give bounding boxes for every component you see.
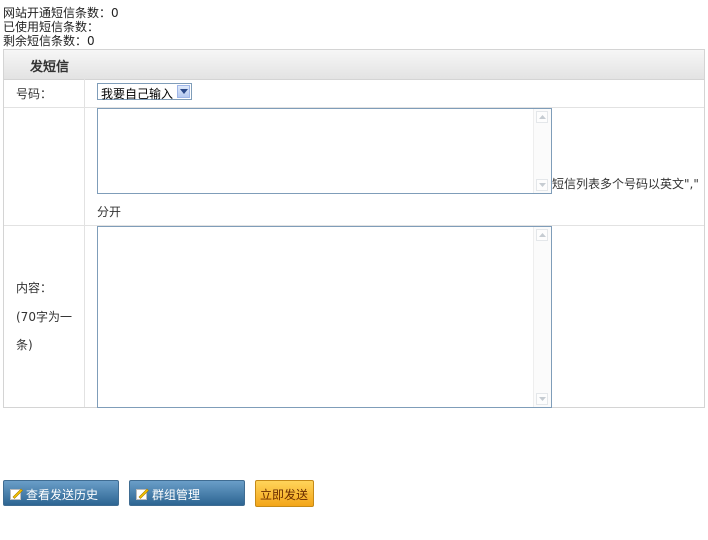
content-row: 内容： (70字为一 条) <box>4 226 704 408</box>
number-source-value: 我要自己输入 <box>101 87 174 101</box>
view-history-button[interactable]: 查看发送历史 <box>3 480 119 506</box>
edit-note-icon <box>136 487 149 503</box>
number-format-hint-continued: 分开 <box>97 205 122 219</box>
number-row: 号码： 我要自己输入 <box>4 79 704 108</box>
group-management-button[interactable]: 群组管理 <box>129 480 245 506</box>
sms-used-count: 已使用短信条数： <box>3 20 100 34</box>
scroll-up-icon[interactable] <box>536 229 548 241</box>
panel-title: 发短信 <box>30 60 70 75</box>
scroll-up-icon[interactable] <box>536 111 548 123</box>
scroll-down-icon[interactable] <box>536 393 548 405</box>
content-label: 内容： <box>16 281 53 295</box>
content-limit-note: (70字为一 <box>16 310 72 324</box>
send-now-label: 立即发送 <box>260 488 309 502</box>
scroll-down-icon[interactable] <box>536 179 548 191</box>
content-limit-note-continued: 条) <box>16 338 33 352</box>
dropdown-arrow-icon[interactable] <box>177 85 190 98</box>
number-input-row: 短信列表多个号码以英文"," 分开 <box>4 108 704 226</box>
scrollbar[interactable] <box>533 227 551 407</box>
scrollbar[interactable] <box>533 109 551 193</box>
content-textarea[interactable] <box>97 226 552 408</box>
number-textarea[interactable] <box>97 108 552 194</box>
number-label: 号码： <box>16 87 53 101</box>
send-sms-panel: 发短信 号码： 我要自己输入 短信列表多个号码以英文"," 分开 内容： (70… <box>3 49 705 408</box>
view-history-label: 查看发送历史 <box>26 488 99 502</box>
number-format-hint: 短信列表多个号码以英文"," <box>552 177 699 191</box>
edit-note-icon <box>10 487 23 503</box>
sms-opened-count: 网站开通短信条数：0 <box>3 6 119 20</box>
number-source-select[interactable]: 我要自己输入 <box>97 83 192 101</box>
panel-header: 发短信 <box>4 50 704 80</box>
sms-remaining-count: 剩余短信条数：0 <box>3 34 95 48</box>
group-management-label: 群组管理 <box>152 488 201 502</box>
sms-stats: 网站开通短信条数：0 已使用短信条数： 剩余短信条数：0 <box>3 6 119 48</box>
send-now-button[interactable]: 立即发送 <box>255 480 314 507</box>
